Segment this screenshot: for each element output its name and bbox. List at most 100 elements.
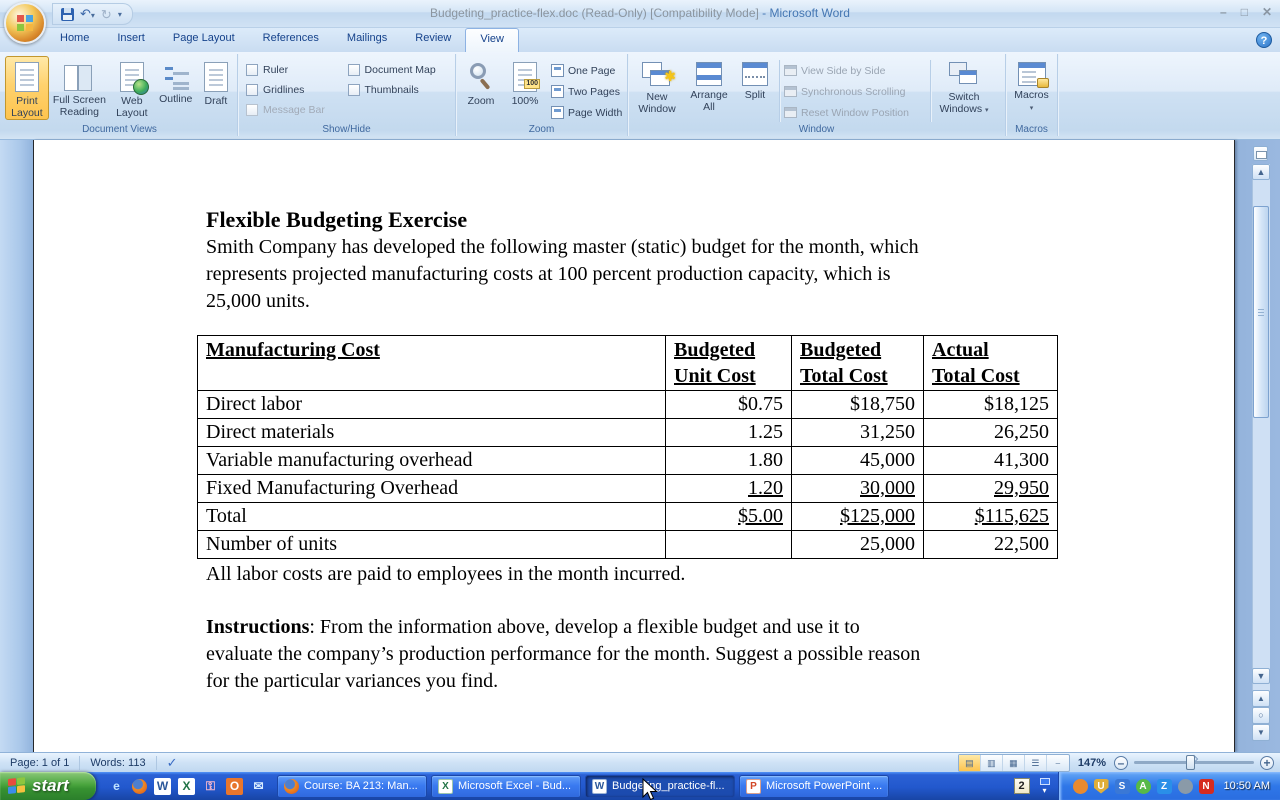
arrange-all-button[interactable]: ArrangeAll — [683, 56, 735, 126]
minimize-button[interactable]: – — [1220, 6, 1227, 18]
excel-icon[interactable]: X — [178, 778, 195, 795]
tray-messenger-icon[interactable] — [1073, 779, 1088, 794]
tab-review[interactable]: Review — [401, 28, 465, 52]
print-layout-icon — [15, 62, 39, 92]
checkbox-thumbnails[interactable]: Thumbnails — [348, 80, 447, 100]
document-page[interactable]: Flexible Budgeting Exercise Smith Compan… — [33, 140, 1235, 752]
doc-note: All labor costs are paid to employees in… — [206, 561, 1072, 588]
tray-shield-icon[interactable]: U — [1094, 779, 1109, 794]
one-page-button[interactable]: One Page — [551, 62, 622, 79]
zoom-100-button[interactable]: 100 100% — [505, 56, 545, 121]
one-page-icon — [551, 64, 564, 77]
tray-collapse-icon[interactable]: ▾ — [1040, 778, 1050, 795]
two-pages-button[interactable]: Two Pages — [551, 83, 622, 100]
checkbox-ruler[interactable]: Ruler — [246, 60, 338, 80]
word-icon[interactable]: W — [154, 778, 171, 795]
document-area: Flexible Budgeting Exercise Smith Compan… — [0, 140, 1280, 752]
close-button[interactable]: ✕ — [1262, 6, 1272, 18]
restore-button[interactable]: □ — [1241, 6, 1248, 18]
group-window: ✱ NewWindow ArrangeAll Split View Side b… — [628, 54, 1006, 136]
start-button[interactable]: start — [0, 772, 96, 800]
checkbox-icon[interactable] — [348, 64, 360, 76]
new-window-button[interactable]: ✱ NewWindow — [631, 56, 683, 126]
scroll-down-icon[interactable]: ▼ — [1252, 668, 1270, 684]
table-row: Direct labor$0.75$18,750$18,125 — [198, 391, 1058, 419]
table-cell — [666, 531, 792, 559]
table-cell: 1.80 — [666, 447, 792, 475]
previous-page-icon[interactable]: ▲ — [1252, 690, 1270, 707]
sync-scrolling-icon — [784, 86, 797, 97]
split-button[interactable]: Split — [735, 56, 775, 126]
taskbar-button-excel[interactable]: XMicrosoft Excel - Bud... — [431, 775, 581, 798]
office-button[interactable] — [4, 2, 46, 44]
status-full-screen-icon[interactable]: ▥ — [981, 755, 1003, 771]
zoom-in-icon[interactable]: + — [1260, 756, 1274, 770]
web-layout-button[interactable]: WebLayout — [110, 56, 154, 120]
table-header-cell: ActualTotal Cost — [924, 336, 1058, 391]
tray-norton-icon[interactable]: N — [1199, 779, 1214, 794]
tab-references[interactable]: References — [249, 28, 333, 52]
full-screen-reading-button[interactable]: Full ScreenReading — [51, 56, 108, 120]
taskbar-button-firefox[interactable]: Course: BA 213: Man... — [277, 775, 427, 798]
table-cell: $5.00 — [666, 503, 792, 531]
proofing-status-icon[interactable]: ✓ — [157, 755, 188, 771]
budget-table: Manufacturing CostBudgetedUnit CostBudge… — [197, 335, 1058, 559]
status-outline-icon[interactable]: ☰ — [1025, 755, 1047, 771]
arrange-all-icon — [696, 62, 722, 86]
new-window-icon: ✱ — [642, 62, 672, 88]
tray-update-icon[interactable] — [1178, 779, 1193, 794]
page-width-button[interactable]: Page Width — [551, 104, 622, 121]
page-indicator[interactable]: Page: 1 of 1 — [0, 757, 79, 769]
status-web-layout-icon[interactable]: ▦ — [1003, 755, 1025, 771]
select-browse-object-icon[interactable]: ○ — [1252, 707, 1270, 724]
office-logo-icon — [17, 15, 33, 31]
checkbox-gridlines[interactable]: Gridlines — [246, 80, 338, 100]
status-print-layout-icon[interactable]: ▤ — [959, 755, 981, 771]
table-cell: $0.75 — [666, 391, 792, 419]
vertical-scrollbar[interactable]: ▲ ▼ ▲ ○ ▼ — [1252, 140, 1270, 752]
internet-explorer-icon[interactable]: e — [108, 778, 125, 795]
table-header-cell: Manufacturing Cost — [198, 336, 666, 391]
tab-insert[interactable]: Insert — [103, 28, 159, 52]
tab-mailings[interactable]: Mailings — [333, 28, 401, 52]
print-layout-button[interactable]: PrintLayout — [5, 56, 49, 120]
key-icon[interactable]: ⚿ — [202, 778, 219, 795]
word-count[interactable]: Words: 113 — [80, 757, 155, 769]
tray-skype-icon[interactable]: S — [1115, 779, 1130, 794]
checkbox-icon[interactable] — [246, 84, 258, 96]
scroll-up-icon[interactable]: ▲ — [1252, 164, 1270, 180]
zoom-slider-thumb[interactable] — [1186, 755, 1195, 770]
taskbar-button-word[interactable]: WBudgeting_practice-fl... — [585, 775, 735, 798]
checkbox-icon[interactable] — [246, 64, 258, 76]
table-body: Direct labor$0.75$18,750$18,125Direct ma… — [198, 391, 1058, 559]
status-draft-icon[interactable]: ⎯ — [1047, 755, 1069, 771]
table-cell: 22,500 — [924, 531, 1058, 559]
help-icon[interactable]: ? — [1256, 32, 1272, 48]
zoom-out-icon[interactable]: – — [1114, 756, 1128, 770]
window-title: Budgeting_practice-flex.doc (Read-Only) … — [0, 6, 1280, 20]
checkbox-document-map[interactable]: Document Map — [348, 60, 447, 80]
tray-zonealarm-icon[interactable]: Z — [1157, 779, 1172, 794]
next-page-icon[interactable]: ▼ — [1252, 724, 1270, 741]
windows-flag-icon — [8, 777, 26, 795]
draft-button[interactable]: Draft — [198, 56, 234, 120]
firefox-icon[interactable] — [132, 779, 147, 794]
reset-position-icon — [784, 107, 797, 118]
switch-windows-button[interactable]: SwitchWindows ▾ — [935, 56, 993, 126]
tab-page-layout[interactable]: Page Layout — [159, 28, 249, 52]
zoom-level[interactable]: 147% — [1078, 757, 1106, 769]
tray-antivirus-icon[interactable]: A — [1136, 779, 1151, 794]
macros-button[interactable]: Macros▾ — [1009, 56, 1054, 116]
outlook-icon[interactable]: O — [226, 778, 243, 795]
tab-home[interactable]: Home — [46, 28, 103, 52]
messenger-icon[interactable]: ✉ — [250, 778, 267, 795]
tab-view[interactable]: View — [465, 28, 519, 52]
keyboard-layout-indicator[interactable]: 2 — [1014, 778, 1030, 794]
checkbox-icon[interactable] — [348, 84, 360, 96]
taskbar-button-powerpoint[interactable]: PMicrosoft PowerPoint ... — [739, 775, 889, 798]
checkbox-icon — [246, 104, 258, 116]
scrollbar-thumb[interactable] — [1253, 206, 1269, 418]
zoom-slider-track[interactable] — [1134, 761, 1254, 764]
zoom-button[interactable]: Zoom — [459, 56, 503, 121]
outline-button[interactable]: Outline — [156, 56, 196, 120]
